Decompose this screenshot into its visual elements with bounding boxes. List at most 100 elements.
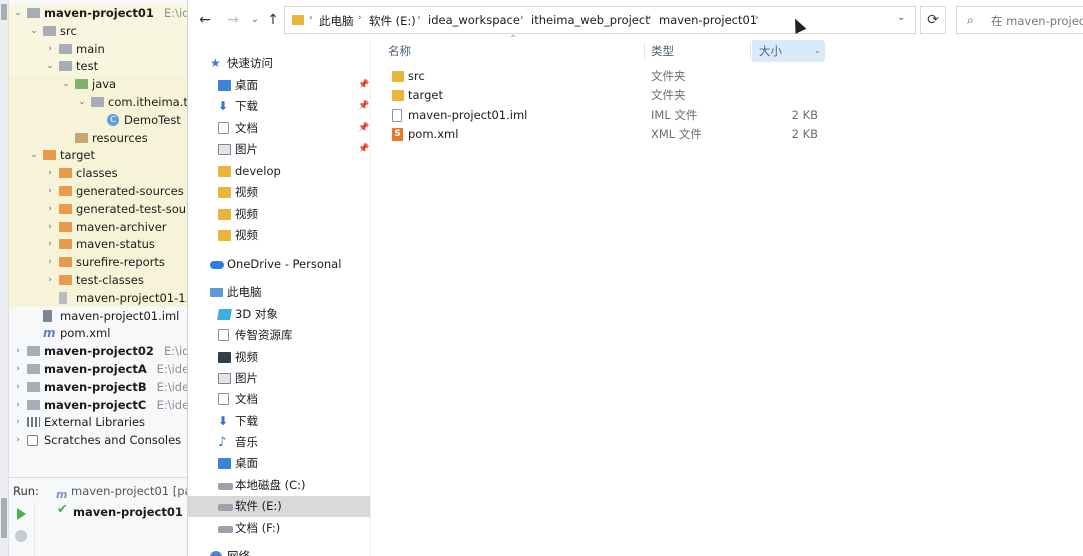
chevron-right-icon[interactable]: › <box>13 413 23 431</box>
chevron-down-icon[interactable]: ⌄ <box>61 75 71 93</box>
nav-item[interactable]: 图片 <box>188 368 370 389</box>
column-divider[interactable] <box>644 42 645 60</box>
play-icon[interactable] <box>17 508 26 520</box>
chevron-down-icon[interactable]: ⌄ <box>814 40 821 62</box>
recent-locations-button[interactable]: ⌄ <box>246 10 264 30</box>
up-button[interactable]: ↑ <box>264 10 282 30</box>
chevron-right-icon[interactable]: › <box>45 235 55 253</box>
file-row[interactable]: src 文件夹 <box>372 67 1083 86</box>
chevron-right-icon[interactable]: › <box>13 342 23 360</box>
run-item[interactable]: maven-project01 [pa <box>73 505 190 519</box>
tree-item[interactable]: resources <box>9 128 190 147</box>
search-box[interactable]: ⌕ 在 maven-project01 <box>956 6 1083 34</box>
chevron-right-icon[interactable]: › <box>45 164 55 182</box>
nav-item[interactable]: 文档 (F:) <box>188 518 370 539</box>
nav-item[interactable]: 桌面 📌 <box>188 75 370 96</box>
nav-item[interactable]: 视频 <box>188 182 370 203</box>
breadcrumb-this-pc[interactable]: 此电脑 <box>319 13 354 29</box>
chevron-right-icon[interactable]: › <box>13 431 23 449</box>
tree-item[interactable]: › generated-sources <box>9 182 190 200</box>
file-row[interactable]: target 文件夹 <box>372 86 1083 105</box>
pin-icon[interactable]: 📌 <box>358 96 369 117</box>
nav-item[interactable]: 网络 <box>188 546 370 556</box>
column-divider[interactable] <box>824 42 825 60</box>
pin-icon[interactable]: 📌 <box>358 118 369 139</box>
chevron-right-icon[interactable]: › <box>45 253 55 271</box>
tree-item[interactable]: ⌄ test <box>9 57 190 76</box>
chevron-right-icon[interactable]: › <box>520 13 524 23</box>
chevron-right-icon[interactable]: › <box>13 378 23 396</box>
tree-item[interactable]: C DemoTest <box>9 110 190 129</box>
nav-item[interactable]: ★ 快速访问 <box>188 53 370 74</box>
chevron-right-icon[interactable]: › <box>45 182 55 200</box>
chevron-right-icon[interactable]: › <box>309 13 313 23</box>
tree-item[interactable]: m pom.xml <box>9 324 190 342</box>
stop-icon[interactable] <box>15 530 27 542</box>
chevron-right-icon[interactable]: › <box>755 13 759 23</box>
breadcrumb-drive-e[interactable]: 软件 (E:) <box>369 13 416 29</box>
tree-item[interactable]: ⌄ src <box>9 21 190 40</box>
back-button[interactable]: ← <box>196 10 214 30</box>
nav-item[interactable]: 桌面 <box>188 453 370 474</box>
nav-item[interactable]: ⬇ 下载 <box>188 411 370 432</box>
nav-item[interactable]: ♪ 音乐 <box>188 432 370 453</box>
nav-item[interactable]: 3D 对象 <box>188 304 370 325</box>
refresh-button[interactable]: ⟳ <box>920 6 946 34</box>
chevron-right-icon[interactable]: › <box>45 218 55 236</box>
tree-item[interactable]: › main <box>9 39 190 58</box>
column-size[interactable]: 大小 <box>759 40 782 62</box>
file-row[interactable]: maven-project01.iml IML 文件 2 KB <box>372 106 1083 125</box>
chevron-right-icon[interactable]: › <box>13 396 23 414</box>
nav-item[interactable]: 图片 📌 <box>188 139 370 160</box>
nav-item[interactable]: 本地磁盘 (C:) <box>188 475 370 496</box>
chevron-right-icon[interactable]: › <box>358 13 362 23</box>
chevron-right-icon[interactable]: › <box>45 40 55 58</box>
tree-item[interactable]: › test-classes <box>9 271 190 289</box>
address-bar[interactable]: › 此电脑 › 软件 (E:) › idea_workspace › ithei… <box>284 6 916 34</box>
forward-button[interactable]: → <box>224 10 242 30</box>
chevron-down-icon[interactable]: ⌄ <box>29 22 39 40</box>
tree-item[interactable]: › maven-projectB E:\idea_w <box>9 378 190 396</box>
chevron-down-icon[interactable]: ⌄ <box>13 4 23 22</box>
nav-item[interactable]: 视频 <box>188 204 370 225</box>
chevron-down-icon[interactable]: ⌄ <box>29 146 39 164</box>
nav-item[interactable]: 文档 📌 <box>188 118 370 139</box>
tree-item[interactable]: ⌄maven-project01E:\idea_ <box>9 4 190 22</box>
tree-item[interactable]: › maven-archiver <box>9 217 190 236</box>
tree-item[interactable]: maven-project01.iml <box>9 307 190 325</box>
tree-item[interactable]: › generated-test-sourc <box>9 199 190 218</box>
pin-icon[interactable]: 📌 <box>358 75 369 96</box>
nav-item[interactable]: OneDrive - Personal <box>188 254 370 275</box>
tree-item[interactable]: › maven-projectA E:\idea_w <box>9 360 190 378</box>
file-row[interactable]: Spom.xml XML 文件 2 KB <box>372 125 1083 144</box>
pin-icon[interactable]: 📌 <box>358 139 369 160</box>
chevron-right-icon[interactable]: › <box>417 13 421 23</box>
tree-item[interactable]: ›maven-project02E:\idea_v <box>9 342 190 360</box>
structure-tool-tab[interactable] <box>1 498 7 538</box>
tree-item[interactable]: › Scratches and Consoles <box>9 431 190 449</box>
column-name[interactable]: 名称 <box>388 40 411 62</box>
chevron-right-icon[interactable]: › <box>13 360 23 378</box>
nav-item[interactable]: 传智资源库 <box>188 325 370 346</box>
tree-item[interactable]: › surefire-reports <box>9 253 190 272</box>
tree-item[interactable]: maven-project01-1.0 <box>9 288 190 307</box>
chevron-down-icon[interactable]: ⌄ <box>45 57 55 75</box>
tree-item[interactable]: › classes <box>9 164 190 183</box>
chevron-down-icon[interactable]: ⌄ <box>77 93 87 111</box>
nav-item[interactable]: 视频 <box>188 225 370 246</box>
chevron-right-icon[interactable]: › <box>648 13 652 23</box>
breadcrumb-idea-workspace[interactable]: idea_workspace <box>428 13 520 27</box>
nav-item[interactable]: 软件 (E:) <box>188 496 370 517</box>
tree-item[interactable]: ⌄ com.itheima.te <box>9 93 190 111</box>
nav-item[interactable]: ⬇ 下载 📌 <box>188 96 370 117</box>
tree-item[interactable]: › External Libraries <box>9 413 190 431</box>
breadcrumb-itheima-web-project[interactable]: itheima_web_project <box>531 13 650 27</box>
tree-item[interactable]: › maven-projectC E:\idea_w <box>9 396 190 414</box>
chevron-right-icon[interactable]: › <box>45 200 55 218</box>
column-type[interactable]: 类型 <box>651 40 674 62</box>
project-tool-tab[interactable] <box>1 4 7 20</box>
tree-item[interactable]: ⌄ java <box>9 75 190 94</box>
nav-item[interactable]: develop <box>188 161 370 182</box>
nav-item[interactable]: 视频 <box>188 347 370 368</box>
breadcrumb-maven-project01[interactable]: maven-project01 <box>659 13 757 27</box>
